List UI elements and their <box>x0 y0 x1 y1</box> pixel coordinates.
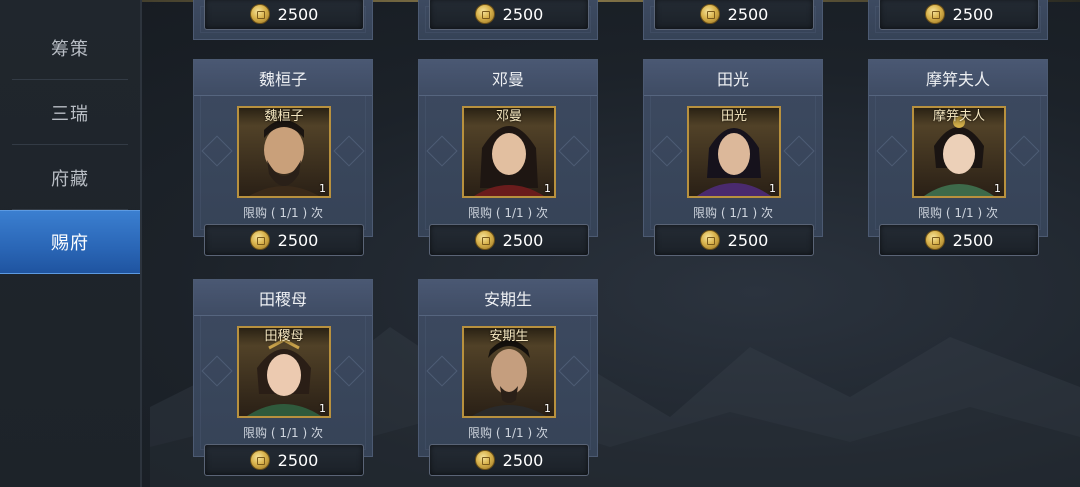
item-quantity: 1 <box>769 182 776 195</box>
price-value: 2500 <box>502 450 544 470</box>
gold-coin-icon <box>699 230 720 250</box>
price-button[interactable]: 2500 <box>204 444 364 476</box>
shop-card-partial[interactable]: 2500 <box>643 0 823 40</box>
item-quantity: 1 <box>319 182 326 195</box>
card-title: 田光 <box>644 60 822 96</box>
shop-card-an-qi-sheng[interactable]: 安期生 安期生 1 限购 ( 1/1 ) 次 2500 <box>418 279 598 476</box>
diamond-ornament <box>426 355 458 387</box>
portrait-name: 魏桓子 <box>239 108 329 126</box>
price-value: 2500 <box>277 4 319 24</box>
character-portrait[interactable]: 安期生 1 <box>462 326 556 418</box>
price-button[interactable]: 2500 <box>879 224 1039 256</box>
price-value: 2500 <box>952 4 994 24</box>
price-value: 2500 <box>727 230 769 250</box>
diamond-ornament <box>558 355 590 387</box>
price-button[interactable]: 2500 <box>204 0 364 30</box>
character-portrait[interactable]: 摩笄夫人 1 <box>912 106 1006 198</box>
diamond-ornament <box>333 135 365 167</box>
price-value: 2500 <box>277 230 319 250</box>
diamond-ornament <box>651 135 683 167</box>
character-portrait[interactable]: 田光 1 <box>687 106 781 198</box>
portrait-name: 田稷母 <box>239 328 329 346</box>
diamond-ornament <box>1008 135 1040 167</box>
character-portrait[interactable]: 魏桓子 1 <box>237 106 331 198</box>
portrait-name: 摩笄夫人 <box>914 108 1004 126</box>
character-portrait[interactable]: 邓曼 1 <box>462 106 556 198</box>
sidebar-item-fuzang[interactable]: 府藏 <box>0 146 140 210</box>
price-button[interactable]: 2500 <box>429 444 589 476</box>
card-title: 魏桓子 <box>194 60 372 96</box>
item-quantity: 1 <box>319 402 326 415</box>
diamond-ornament <box>426 135 458 167</box>
character-portrait[interactable]: 田稷母 1 <box>237 326 331 418</box>
diamond-ornament <box>201 135 233 167</box>
sidebar-item-label: 筹策 <box>51 39 89 60</box>
gold-coin-icon <box>249 450 270 470</box>
card-title: 田稷母 <box>194 280 372 316</box>
diamond-ornament <box>201 355 233 387</box>
item-quantity: 1 <box>544 402 551 415</box>
shop-card-partial[interactable]: 2500 <box>193 0 373 40</box>
sidebar-item-label: 府藏 <box>51 169 89 190</box>
diamond-ornament <box>876 135 908 167</box>
item-quantity: 1 <box>544 182 551 195</box>
price-button[interactable]: 2500 <box>429 0 589 30</box>
diamond-ornament <box>783 135 815 167</box>
item-quantity: 1 <box>994 182 1001 195</box>
gold-coin-icon <box>474 450 495 470</box>
gold-coin-icon <box>699 4 720 24</box>
shop-card-mo-ji-furen[interactable]: 摩笄夫人 摩笄夫人 1 限购 ( 1/1 ) 次 2500 <box>868 59 1048 256</box>
shop-card-partial[interactable]: 2500 <box>418 0 598 40</box>
purchase-limit: 限购 ( 1/1 ) 次 <box>918 206 998 220</box>
sidebar-item-label: 三瑞 <box>51 104 89 125</box>
price-value: 2500 <box>277 450 319 470</box>
gold-coin-icon <box>249 230 270 250</box>
sidebar-item-cifu[interactable]: 赐府 <box>0 210 140 274</box>
portrait-name: 邓曼 <box>464 108 554 126</box>
shop-screen: 筹策 三瑞 府藏 赐府 2500 2500 2500 2500 魏桓子 魏桓子 … <box>0 0 1080 487</box>
divider <box>12 144 128 145</box>
divider <box>12 79 128 80</box>
gold-coin-icon <box>474 4 495 24</box>
gold-coin-icon <box>474 230 495 250</box>
portrait-name: 田光 <box>689 108 779 126</box>
purchase-limit: 限购 ( 1/1 ) 次 <box>243 206 323 220</box>
shop-card-tian-ji-mu[interactable]: 田稷母 田稷母 1 限购 ( 1/1 ) 次 2500 <box>193 279 373 476</box>
card-title: 邓曼 <box>419 60 597 96</box>
price-value: 2500 <box>502 230 544 250</box>
price-button[interactable]: 2500 <box>429 224 589 256</box>
gold-coin-icon <box>249 4 270 24</box>
purchase-limit: 限购 ( 1/1 ) 次 <box>243 426 323 440</box>
shop-card-partial[interactable]: 2500 <box>868 0 1048 40</box>
card-title: 摩笄夫人 <box>869 60 1047 96</box>
price-value: 2500 <box>502 4 544 24</box>
purchase-limit: 限购 ( 1/1 ) 次 <box>468 206 548 220</box>
shop-card-wei-huanzi[interactable]: 魏桓子 魏桓子 1 限购 ( 1/1 ) 次 2500 <box>193 59 373 256</box>
sidebar-item-label: 赐府 <box>51 233 89 254</box>
purchase-limit: 限购 ( 1/1 ) 次 <box>693 206 773 220</box>
price-value: 2500 <box>727 4 769 24</box>
card-title: 安期生 <box>419 280 597 316</box>
price-button[interactable]: 2500 <box>654 224 814 256</box>
purchase-limit: 限购 ( 1/1 ) 次 <box>468 426 548 440</box>
price-button[interactable]: 2500 <box>879 0 1039 30</box>
price-button[interactable]: 2500 <box>204 224 364 256</box>
price-button[interactable]: 2500 <box>654 0 814 30</box>
diamond-ornament <box>558 135 590 167</box>
gold-coin-icon <box>924 4 945 24</box>
price-value: 2500 <box>952 230 994 250</box>
sidebar-item-chouce[interactable]: 筹策 <box>0 16 140 80</box>
shop-card-tian-guang[interactable]: 田光 田光 1 限购 ( 1/1 ) 次 2500 <box>643 59 823 256</box>
sidebar: 筹策 三瑞 府藏 赐府 <box>0 0 142 487</box>
shop-card-deng-man[interactable]: 邓曼 邓曼 1 限购 ( 1/1 ) 次 2500 <box>418 59 598 256</box>
gold-coin-icon <box>924 230 945 250</box>
diamond-ornament <box>333 355 365 387</box>
portrait-name: 安期生 <box>464 328 554 346</box>
sidebar-item-sanrui[interactable]: 三瑞 <box>0 81 140 145</box>
